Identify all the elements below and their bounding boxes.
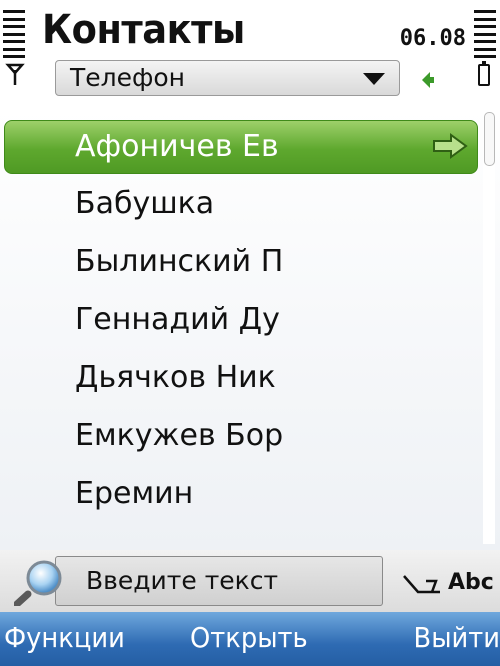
contact-item[interactable]: Емкужев Бор	[0, 410, 478, 464]
contact-item[interactable]: Былинский П	[0, 236, 478, 290]
contact-item[interactable]: Еремин	[0, 468, 478, 522]
contact-name: Дьячков Ник	[75, 360, 276, 395]
contact-name: Бабушка	[75, 186, 215, 221]
search-input[interactable]: Введите текст	[55, 556, 383, 606]
options-softkey[interactable]: Функции	[4, 618, 125, 658]
battery-level-icon	[474, 10, 496, 58]
forward-arrow-icon	[433, 133, 468, 159]
scrollbar[interactable]	[483, 112, 495, 544]
contact-name: Былинский П	[75, 244, 284, 279]
input-mode-label: Abc	[448, 570, 494, 595]
search-bar: Введите текст Abc	[0, 550, 500, 612]
storage-dropdown[interactable]: Телефон	[55, 60, 400, 96]
page-title: Контакты	[42, 7, 245, 53]
exit-softkey[interactable]: Выйти	[413, 618, 500, 658]
antenna-icon	[5, 63, 25, 85]
contact-name: Емкужев Бор	[75, 418, 284, 453]
contact-item-selected[interactable]: Афоничев Ев	[4, 120, 478, 174]
contact-item[interactable]: Геннадий Ду	[0, 294, 478, 348]
search-placeholder: Введите текст	[86, 566, 279, 595]
signal-strength-icon	[3, 10, 25, 58]
contact-list[interactable]: Афоничев Ев Бабушка Былинский П Геннадий…	[0, 108, 500, 550]
contact-name: Геннадий Ду	[75, 302, 280, 337]
battery-icon	[478, 61, 490, 86]
storage-dropdown-value: Телефон	[70, 63, 186, 92]
input-mode-icon	[403, 575, 440, 594]
contact-item[interactable]: Дьячков Ник	[0, 352, 478, 406]
status-pane: Контакты 06.08 Телефон	[0, 0, 500, 100]
contact-name: Афоничев Ев	[75, 129, 279, 164]
green-indicator-icon	[422, 72, 434, 88]
input-mode-indicator: Abc	[400, 568, 496, 598]
clock: 06.08	[399, 26, 466, 51]
dropdown-arrow-icon	[363, 73, 385, 85]
scrollbar-thumb[interactable]	[484, 112, 495, 166]
contact-item[interactable]: Бабушка	[0, 178, 478, 232]
open-softkey[interactable]: Открыть	[190, 618, 308, 658]
contact-name: Еремин	[75, 476, 194, 511]
search-magnifier-icon	[14, 560, 62, 606]
softkey-bar: Функции Открыть Выйти	[0, 612, 500, 666]
